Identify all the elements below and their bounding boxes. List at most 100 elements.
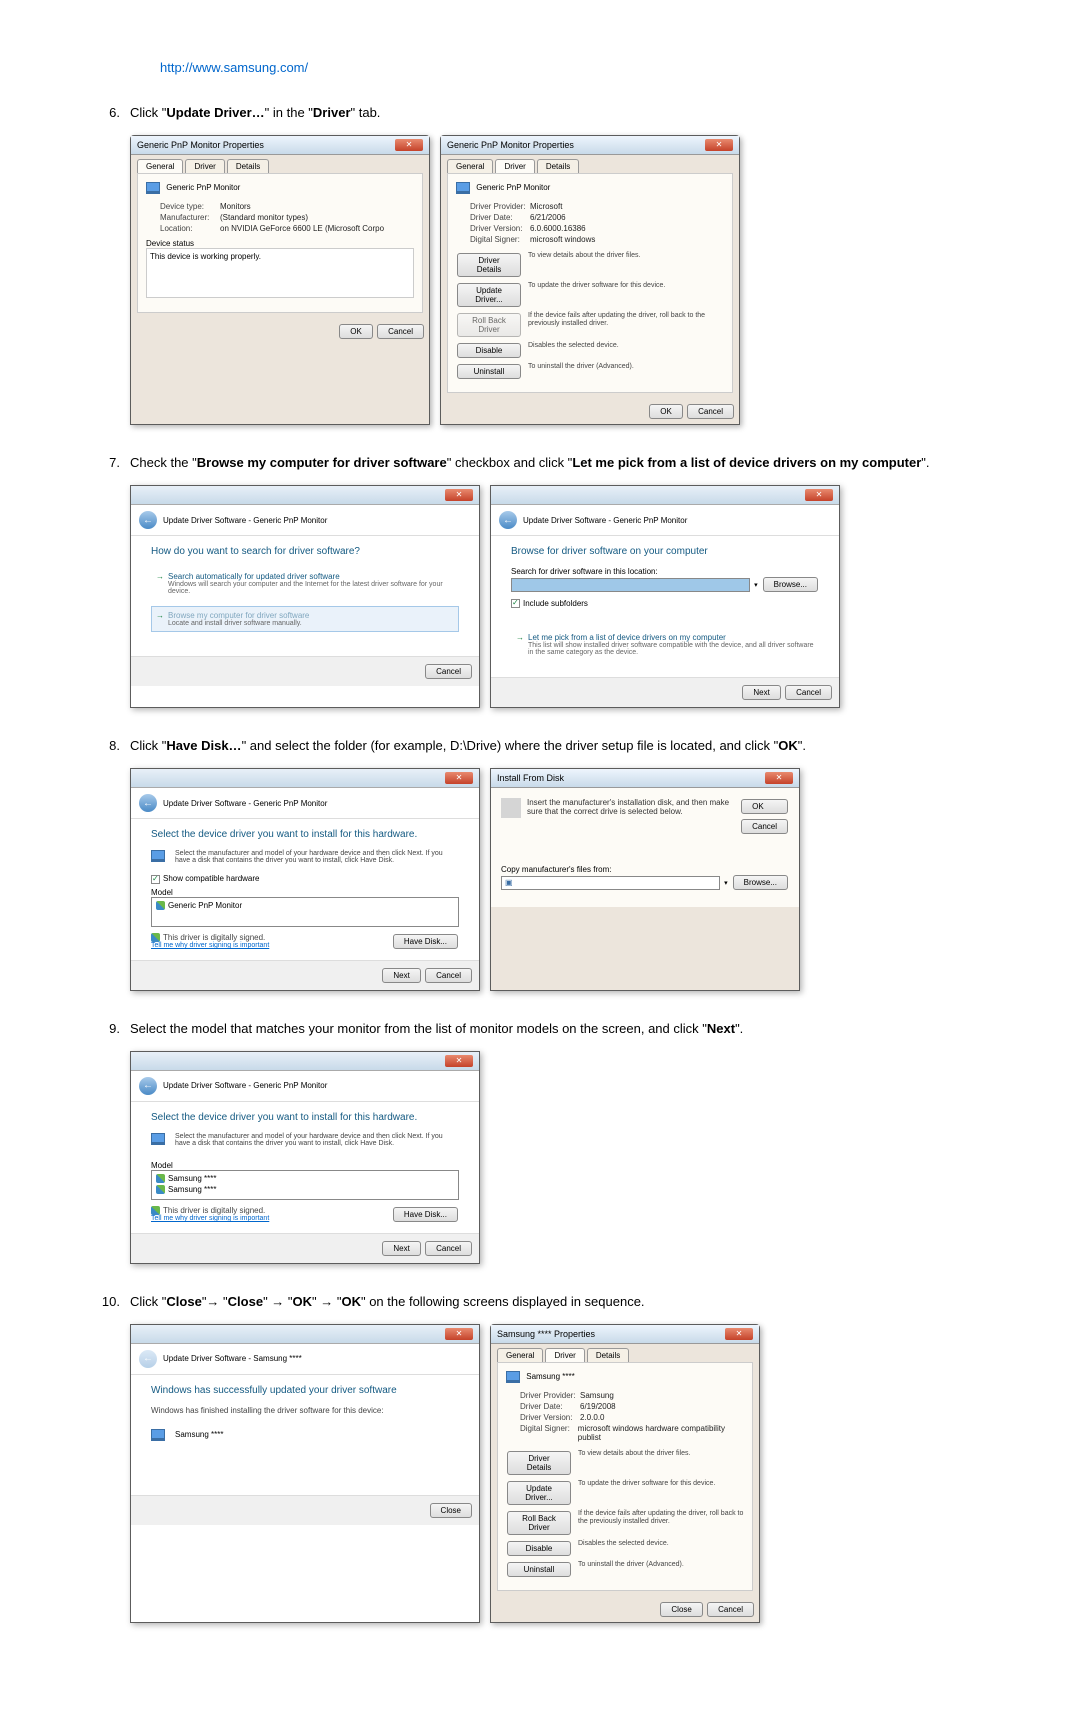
include-subfolders-checkbox[interactable] xyxy=(511,599,520,608)
step-text: Click "Close"→ "Close" → "OK" → "OK" on … xyxy=(130,1294,980,1309)
back-arrow-icon[interactable]: ← xyxy=(139,794,157,812)
close-icon[interactable]: ✕ xyxy=(765,772,793,784)
digital-signer-value: microsoft windows hardware compatibility… xyxy=(578,1424,744,1442)
wizard-heading: Select the device driver you want to ins… xyxy=(151,829,459,840)
why-signing-link[interactable]: Tell me why driver signing is important xyxy=(151,1215,269,1222)
tab-driver[interactable]: Driver xyxy=(545,1348,584,1362)
device-name: Samsung **** xyxy=(526,1372,574,1381)
close-icon[interactable]: ✕ xyxy=(805,489,833,501)
path-input[interactable] xyxy=(511,578,750,592)
step-text: Click "Have Disk…" and select the folder… xyxy=(130,738,980,753)
disable-button[interactable]: Disable xyxy=(507,1541,571,1556)
digital-signer-value: microsoft windows xyxy=(530,235,595,244)
cancel-button[interactable]: Cancel xyxy=(707,1602,754,1617)
dialog-title: Samsung **** Properties xyxy=(497,1329,595,1339)
step-7: 7. Check the "Browse my computer for dri… xyxy=(100,455,980,470)
tab-details[interactable]: Details xyxy=(587,1348,629,1362)
close-button[interactable]: Close xyxy=(430,1503,472,1518)
next-button[interactable]: Next xyxy=(382,1241,420,1256)
cancel-button[interactable]: Cancel xyxy=(425,664,472,679)
wizard-instruction: Select the manufacturer and model of you… xyxy=(175,1133,459,1147)
location-value: on NVIDIA GeForce 6600 LE (Microsoft Cor… xyxy=(220,224,384,233)
rollback-driver-button[interactable]: Roll Back Driver xyxy=(507,1511,571,1535)
path-input[interactable]: ▣ xyxy=(501,876,720,890)
next-button[interactable]: Next xyxy=(742,685,780,700)
disk-icon xyxy=(501,798,521,818)
uninstall-button[interactable]: Uninstall xyxy=(507,1562,571,1577)
step-text: Check the "Browse my computer for driver… xyxy=(130,455,980,470)
update-driver-button[interactable]: Update Driver... xyxy=(507,1481,571,1505)
dialog-title-bar: Generic PnP Monitor Properties ✕ xyxy=(441,136,739,155)
close-button[interactable]: Close xyxy=(660,1602,702,1617)
ok-button[interactable]: OK xyxy=(649,404,683,419)
tab-general[interactable]: General xyxy=(447,159,493,173)
wizard-heading: How do you want to search for driver sof… xyxy=(151,546,459,557)
list-item[interactable]: Generic PnP Monitor xyxy=(154,900,456,911)
ok-button[interactable]: OK xyxy=(339,324,373,339)
have-disk-button[interactable]: Have Disk... xyxy=(393,1207,458,1222)
uninstall-button[interactable]: Uninstall xyxy=(457,364,521,379)
breadcrumb: Update Driver Software - Generic PnP Mon… xyxy=(163,516,327,525)
option-let-me-pick[interactable]: →Let me pick from a list of device drive… xyxy=(511,628,819,661)
back-arrow-icon[interactable]: ← xyxy=(499,511,517,529)
browse-button[interactable]: Browse... xyxy=(763,577,818,592)
tab-details[interactable]: Details xyxy=(227,159,269,173)
driver-version-value: 6.0.6000.16386 xyxy=(530,224,586,233)
have-disk-button[interactable]: Have Disk... xyxy=(393,934,458,949)
arrow-icon: → xyxy=(156,572,164,581)
close-icon[interactable]: ✕ xyxy=(445,489,473,501)
show-compatible-checkbox[interactable] xyxy=(151,875,160,884)
dialog-title: Generic PnP Monitor Properties xyxy=(447,140,574,150)
tab-details[interactable]: Details xyxy=(537,159,579,173)
ok-button[interactable]: OK xyxy=(741,799,788,814)
update-driver-button[interactable]: Update Driver... xyxy=(457,283,521,307)
tab-general[interactable]: General xyxy=(497,1348,543,1362)
back-arrow-icon[interactable]: ← xyxy=(139,511,157,529)
list-item[interactable]: Samsung **** xyxy=(154,1173,456,1184)
monitor-icon xyxy=(151,850,165,862)
why-signing-link[interactable]: Tell me why driver signing is important xyxy=(151,942,269,949)
cancel-button[interactable]: Cancel xyxy=(425,968,472,983)
back-arrow-icon: ← xyxy=(139,1350,157,1368)
cancel-button[interactable]: Cancel xyxy=(687,404,734,419)
tab-general[interactable]: General xyxy=(137,159,183,173)
close-icon[interactable]: ✕ xyxy=(725,1328,753,1340)
rollback-driver-button: Roll Back Driver xyxy=(457,313,521,337)
cancel-button[interactable]: Cancel xyxy=(785,685,832,700)
driver-date-label: Driver Date: xyxy=(470,213,530,222)
driver-date-label: Driver Date: xyxy=(520,1402,580,1411)
cancel-button[interactable]: Cancel xyxy=(741,819,788,834)
cancel-button[interactable]: Cancel xyxy=(425,1241,472,1256)
driver-details-button[interactable]: Driver Details xyxy=(457,253,521,277)
close-icon[interactable]: ✕ xyxy=(445,1328,473,1340)
option-auto-search[interactable]: →Search automatically for updated driver… xyxy=(151,567,459,600)
disable-button[interactable]: Disable xyxy=(457,343,521,358)
driver-details-button[interactable]: Driver Details xyxy=(507,1451,571,1475)
close-icon[interactable]: ✕ xyxy=(445,772,473,784)
dropdown-icon[interactable]: ▾ xyxy=(754,581,758,589)
tab-driver[interactable]: Driver xyxy=(495,159,534,173)
rollback-driver-desc: If the device fails after updating the d… xyxy=(578,1510,744,1527)
close-icon[interactable]: ✕ xyxy=(445,1055,473,1067)
dropdown-icon[interactable]: ▾ xyxy=(724,879,728,887)
properties-dialog-general: Generic PnP Monitor Properties ✕ General… xyxy=(130,135,430,425)
close-icon[interactable]: ✕ xyxy=(395,139,423,151)
next-button[interactable]: Next xyxy=(382,968,420,983)
driver-details-desc: To view details about the driver files. xyxy=(528,252,640,260)
device-type-label: Device type: xyxy=(160,202,220,211)
wizard-heading: Browse for driver software on your compu… xyxy=(511,546,819,557)
dialog-title: Install From Disk xyxy=(497,773,564,783)
list-item[interactable]: Samsung **** xyxy=(154,1184,456,1195)
browse-button[interactable]: Browse... xyxy=(733,875,788,890)
back-arrow-icon[interactable]: ← xyxy=(139,1077,157,1095)
wizard-heading: Windows has successfully updated your dr… xyxy=(151,1385,459,1396)
cancel-button[interactable]: Cancel xyxy=(377,324,424,339)
tab-driver[interactable]: Driver xyxy=(185,159,224,173)
option-browse-computer[interactable]: →Browse my computer for driver software … xyxy=(151,606,459,632)
rollback-driver-desc: If the device fails after updating the d… xyxy=(528,312,724,329)
install-instruction: Insert the manufacturer's installation d… xyxy=(527,798,740,816)
close-icon[interactable]: ✕ xyxy=(705,139,733,151)
monitor-icon xyxy=(506,1371,520,1383)
completion-text: Windows has finished installing the driv… xyxy=(151,1406,459,1415)
manufacturer-label: Manufacturer: xyxy=(160,213,220,222)
